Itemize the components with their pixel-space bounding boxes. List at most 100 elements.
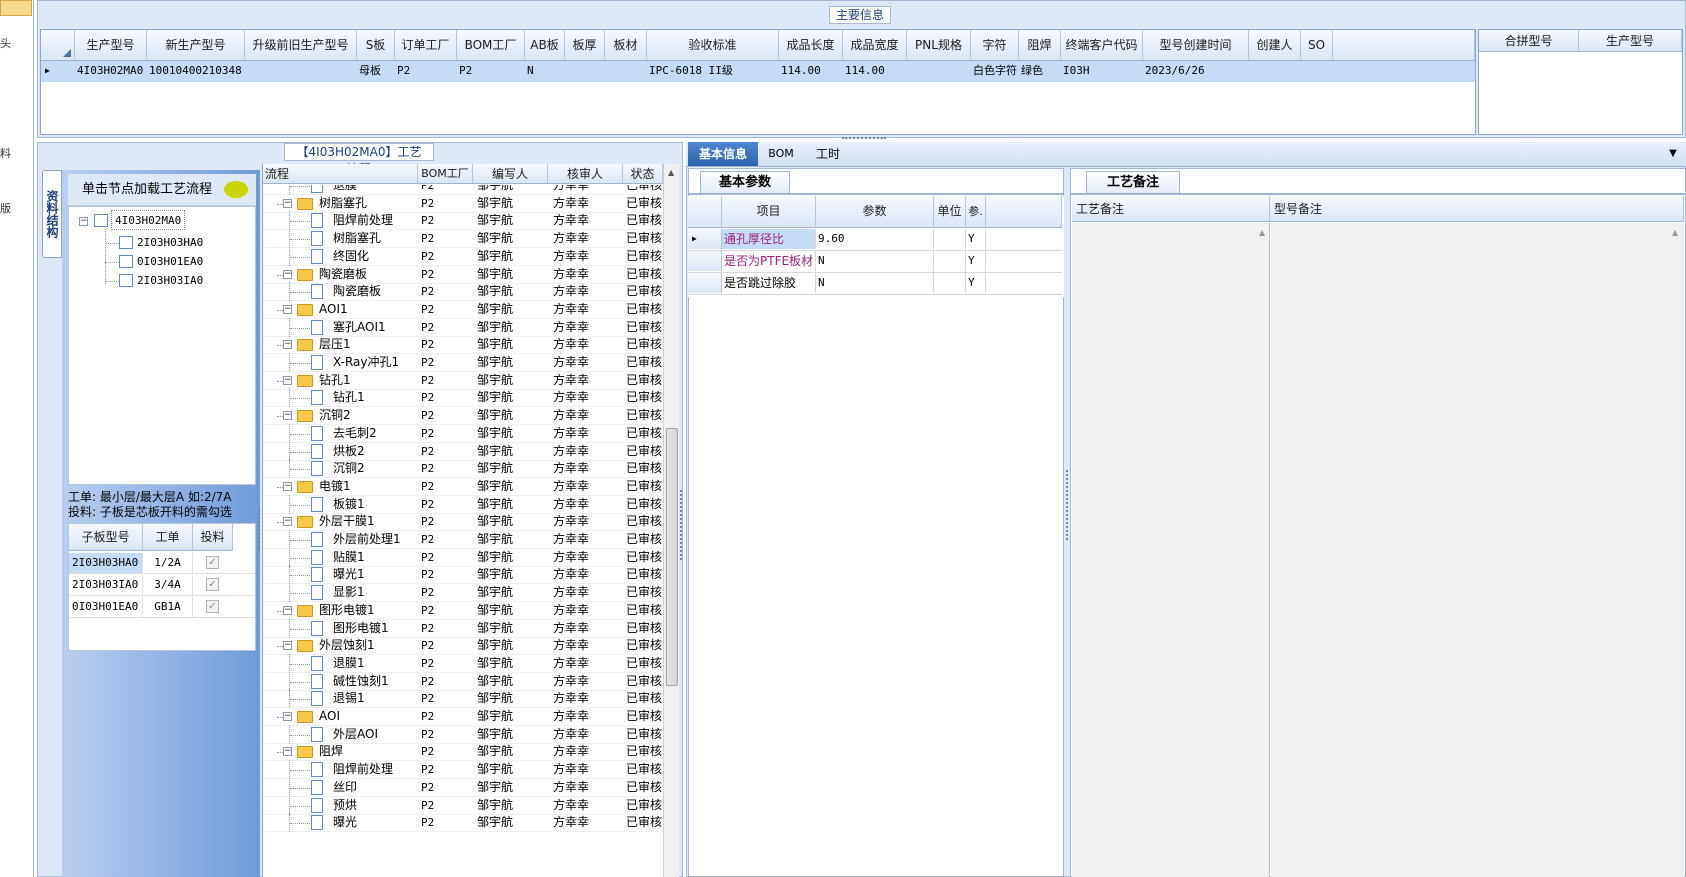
flow-row[interactable]: 树脂塞孔 P2 邹宇航 方幸幸 已审核 [263, 229, 663, 249]
param-unit[interactable] [934, 273, 966, 293]
flow-row[interactable]: 阻焊前处理 P2 邹宇航 方幸幸 已审核 [263, 211, 663, 231]
main-cell-18[interactable] [1303, 61, 1331, 81]
collapse-icon[interactable]: − [283, 641, 292, 651]
main-cell-2[interactable] [247, 61, 355, 81]
tree-child-node[interactable]: 2I03H03IA0 [137, 271, 203, 290]
flow-row[interactable]: 板镀1 P2 邹宇航 方幸幸 已审核 [263, 494, 663, 514]
main-cell-5[interactable]: P2 [459, 61, 523, 81]
main-col-8[interactable]: 板材 [605, 30, 647, 61]
nav-label-2[interactable]: 料 [0, 145, 11, 161]
col-bom-factory[interactable]: BOM工厂 [418, 164, 473, 184]
flow-row[interactable]: X-Ray冲孔1 P2 邹宇航 方幸幸 已审核 [263, 353, 663, 372]
param-extra[interactable]: Y [966, 251, 986, 271]
model-remark-scroll-up-icon[interactable]: ▲ [1672, 228, 1678, 237]
main-cell-15[interactable]: I03H [1063, 61, 1141, 81]
merge-col-merged-model[interactable]: 合拼型号 [1479, 30, 1579, 52]
feed-checkbox[interactable]: ✓ [206, 556, 219, 569]
param-item[interactable]: 是否为PTFE板材 [722, 251, 816, 271]
col-status[interactable]: 状态 [623, 164, 663, 184]
flow-row[interactable]: 终固化 P2 邹宇航 方幸幸 已审核 [263, 246, 663, 266]
flow-row[interactable]: − 图形电镀1 P2 邹宇航 方幸幸 已审核 [263, 601, 663, 620]
sub-model[interactable]: 2I03H03HA0 [69, 553, 143, 573]
sub-row[interactable]: 0I03H01EA0 GB1A ✓ [69, 596, 255, 618]
param-unit[interactable] [934, 251, 966, 271]
flow-row[interactable]: − 层压1 P2 邹宇航 方幸幸 已审核 [263, 335, 663, 355]
col-extra[interactable]: 参. [966, 196, 986, 228]
col-feed[interactable]: 投料 [193, 524, 233, 551]
flow-row[interactable]: 外层AOI P2 邹宇航 方幸幸 已审核 [263, 724, 663, 744]
tree-child-node[interactable]: 0I03H01EA0 [137, 252, 203, 271]
flow-row[interactable]: − 阻焊 P2 邹宇航 方幸幸 已审核 [263, 742, 663, 762]
param-extra[interactable]: Y [966, 273, 986, 293]
tab-basic-params[interactable]: 基本参数 [700, 171, 790, 193]
collapse-icon[interactable]: − [283, 269, 292, 279]
param-value[interactable]: N [816, 273, 934, 293]
param-value[interactable]: N [816, 251, 934, 271]
main-col-5[interactable]: BOM工厂 [457, 30, 525, 61]
flow-row[interactable]: − 钻孔1 P2 邹宇航 方幸幸 已审核 [263, 371, 663, 390]
param-value[interactable]: 9.60 [816, 229, 934, 249]
flow-row[interactable]: 曝光 P2 邹宇航 方幸幸 已审核 [263, 813, 663, 833]
main-cell-7[interactable] [567, 61, 603, 81]
process-remark-text[interactable] [1072, 223, 1270, 877]
collapse-icon[interactable]: − [79, 217, 88, 226]
main-col-4[interactable]: 订单工厂 [395, 30, 457, 61]
param-row[interactable]: 是否跳过除胶 N Y [688, 273, 1062, 295]
flow-row[interactable]: 预烘 P2 邹宇航 方幸幸 已审核 [263, 795, 663, 815]
sub-workorder[interactable]: 1/2A [143, 553, 193, 573]
flow-row[interactable]: 阻焊前处理 P2 邹宇航 方幸幸 已审核 [263, 760, 663, 780]
col-workorder[interactable]: 工单 [143, 524, 193, 551]
col-writer[interactable]: 编写人 [473, 164, 548, 184]
merge-col-production-model[interactable]: 生产型号 [1579, 30, 1682, 52]
nav-label-1[interactable]: 头 [0, 35, 11, 51]
model-remark-text[interactable] [1271, 223, 1684, 877]
flow-row[interactable]: 沉铜2 P2 邹宇航 方幸幸 已审核 [263, 459, 663, 479]
flow-row[interactable]: − 沉铜2 P2 邹宇航 方幸幸 已审核 [263, 406, 663, 426]
collapse-icon[interactable]: − [283, 712, 292, 721]
remark-scroll-up-icon[interactable]: ▲ [1259, 228, 1265, 237]
flow-row[interactable]: 外层前处理1 P2 邹宇航 方幸幸 已审核 [263, 530, 663, 549]
flow-row[interactable]: 丝印 P2 邹宇航 方幸幸 已审核 [263, 777, 663, 797]
main-cell-9[interactable]: IPC-6018 II级 [649, 61, 777, 81]
col-item[interactable]: 项目 [722, 196, 816, 228]
main-col-7[interactable]: 板厚 [565, 30, 605, 61]
main-col-3[interactable]: S板 [357, 30, 395, 61]
param-row[interactable]: ▶ 通孔厚径比 9.60 Y [688, 229, 1062, 251]
flow-row[interactable]: 曝光1 P2 邹宇航 方幸幸 已审核 [263, 565, 663, 585]
main-col-11[interactable]: 成品宽度 [843, 30, 907, 61]
tab-work-hours[interactable]: 工时 [804, 142, 852, 166]
flow-row[interactable]: − AOI1 P2 邹宇航 方幸幸 已审核 [263, 300, 663, 319]
main-col-17[interactable]: 创建人 [1249, 30, 1301, 61]
flow-row[interactable]: − 电镀1 P2 邹宇航 方幸幸 已审核 [263, 477, 663, 496]
main-col-9[interactable]: 验收标准 [647, 30, 779, 61]
collapse-icon[interactable]: − [283, 198, 292, 208]
flow-row[interactable]: − AOI P2 邹宇航 方幸幸 已审核 [263, 707, 663, 726]
sub-model[interactable]: 0I03H01EA0 [69, 597, 143, 617]
splitter-grip-2[interactable] [680, 490, 684, 560]
vertical-splitter-grip[interactable] [842, 137, 886, 140]
tab-process-remark[interactable]: 工艺备注 [1086, 171, 1180, 193]
main-col-10[interactable]: 成品长度 [779, 30, 843, 61]
flow-scroll-thumb[interactable] [666, 428, 678, 686]
col-reviewer[interactable]: 核审人 [548, 164, 623, 184]
tab-basic-info[interactable]: 基本信息 [688, 142, 758, 166]
param-extra[interactable]: Y [966, 229, 986, 249]
main-cell-0[interactable]: 4I03H02MA0 [77, 61, 145, 81]
col-process-remark[interactable]: 工艺备注 [1072, 196, 1270, 222]
flow-row[interactable]: − 树脂塞孔 P2 邹宇航 方幸幸 已审核 [263, 194, 663, 213]
param-item[interactable]: 是否跳过除胶 [722, 273, 816, 293]
main-col-0[interactable]: 生产型号 [75, 30, 147, 61]
main-col-14[interactable]: 阻焊 [1019, 30, 1061, 61]
main-col-6[interactable]: AB板 [525, 30, 565, 61]
main-cell-4[interactable]: P2 [397, 61, 455, 81]
flow-row[interactable]: 显影1 P2 邹宇航 方幸幸 已审核 [263, 583, 663, 603]
col-unit[interactable]: 单位 [934, 196, 966, 228]
sub-workorder[interactable]: GB1A [143, 597, 193, 617]
flow-row[interactable]: − 陶瓷磨板 P2 邹宇航 方幸幸 已审核 [263, 265, 663, 284]
main-cell-11[interactable]: 114.00 [845, 61, 905, 81]
tree-child-node[interactable]: 2I03H03HA0 [137, 233, 203, 252]
main-cell-17[interactable] [1251, 61, 1299, 81]
main-col-2[interactable]: 升级前旧生产型号 [245, 30, 357, 61]
flow-row[interactable]: 退膜1 P2 邹宇航 方幸幸 已审核 [263, 653, 663, 673]
flow-scrollbar[interactable]: ▲ [663, 164, 679, 877]
